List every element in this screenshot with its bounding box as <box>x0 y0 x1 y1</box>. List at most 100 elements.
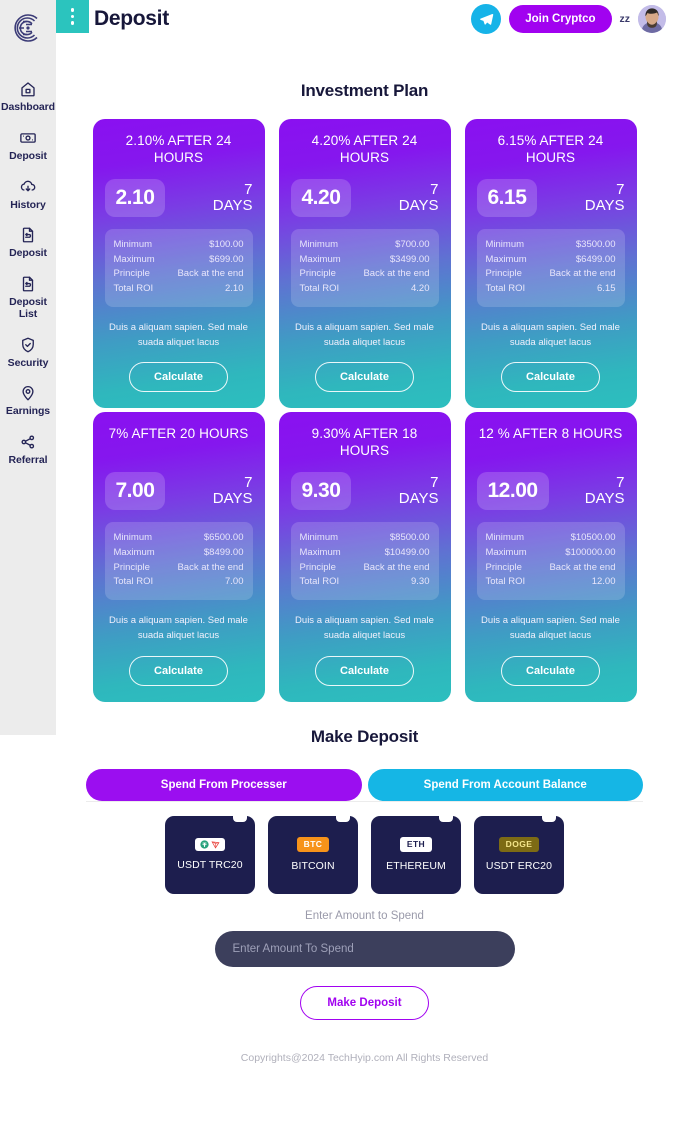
spec-label: Minimum <box>113 239 153 250</box>
make-deposit-button[interactable]: Make Deposit <box>300 985 429 1020</box>
plan-duration: 7 DAYS <box>585 180 625 214</box>
plan-card: 9.30% AFTER 18 HOURS 9.30 7 DAYS Minimum… <box>278 412 451 702</box>
spec-label: Principle <box>299 268 336 280</box>
spec-maximum: Maximum $100000.00 <box>486 546 616 561</box>
investment-plan-title: Investment Plan <box>300 81 429 100</box>
plan-note: Duis a aliquam sapien. Sed male suada al… <box>477 614 625 643</box>
spec-label: Total ROI <box>113 283 154 295</box>
spec-total-roi: Total ROI 6.15 <box>486 282 616 297</box>
plan-heading: 9.30% AFTER 18 HOURS <box>311 426 418 459</box>
spec-label: Principle <box>485 268 522 280</box>
sidebar-item-referral[interactable]: Referral <box>0 425 56 474</box>
sidebar-item-history[interactable]: History <box>0 170 56 219</box>
avatar[interactable] <box>638 5 666 33</box>
sidebar-item-deposit[interactable]: Deposit <box>0 121 56 170</box>
sidebar-item-security[interactable]: Security <box>0 328 56 377</box>
calculate-button[interactable]: Calculate <box>129 362 228 393</box>
header-actions: Join Cryptco zz <box>471 4 666 34</box>
main-content: Investment Plan 2.10% AFTER 24 HOURS 2.1… <box>56 56 673 1072</box>
spec-value: $10500.00 <box>570 532 616 544</box>
spec-value: Back at the end <box>549 268 616 280</box>
crypto-c-logo-icon <box>10 10 46 46</box>
plan-duration: 7 DAYS <box>584 474 625 508</box>
plan-duration: 7 DAYS <box>212 181 253 214</box>
sidebar-item-label: Dashboard <box>1 101 55 113</box>
join-cryptco-button[interactable]: Join Cryptco <box>509 5 612 33</box>
plan-rate-row: 9.30 7 DAYS <box>290 472 439 511</box>
spec-value: 9.30 <box>411 576 430 588</box>
spec-label: Principle <box>113 561 150 573</box>
plan-duration: 7 DAYS <box>399 474 439 507</box>
plan-specs: Minimum $8500.00 Maximum $10499.00 Princip… <box>290 522 439 601</box>
sidebar-item-deposit-2[interactable]: Deposit <box>0 218 56 267</box>
spec-value: $8499.00 <box>203 547 244 559</box>
spec-value: $700.00 <box>395 239 430 250</box>
plan-specs: Minimum $100.00 Maximum $699.00 Principle B… <box>104 229 253 307</box>
telegram-icon[interactable] <box>471 4 502 34</box>
app-logo[interactable] <box>0 0 56 56</box>
spec-total-roi: Total ROI 7.00 <box>114 575 244 590</box>
app-root: Dashboard Deposit History Deposit Deposi… <box>0 0 673 1129</box>
calculate-button[interactable]: Calculate <box>315 655 414 686</box>
file-return-icon <box>19 225 37 245</box>
spec-value: 7.00 <box>225 576 244 588</box>
tab-spend-from-account-balance[interactable]: Spend From Account Balance <box>367 768 643 801</box>
plan-rate-row: 2.10 7 DAYS <box>104 179 253 217</box>
amount-input[interactable] <box>214 930 515 967</box>
deposit-source-tabs: Spend From Processer Spend From Account … <box>56 768 673 801</box>
plan-note-line: suada aliquet lacus <box>137 629 220 641</box>
spec-maximum: Maximum $10499.00 <box>300 546 430 561</box>
share-nodes-icon <box>19 432 37 452</box>
plan-days-number: 7 <box>430 474 439 492</box>
spec-label: Maximum <box>113 253 155 265</box>
spec-label: Minimum <box>485 532 525 544</box>
spec-value: 6.15 <box>597 283 616 295</box>
payment-method-usdt-trc20[interactable]: USDT TRC20 <box>165 814 255 894</box>
cloud-download-icon <box>19 177 37 197</box>
menu-dot <box>70 8 75 12</box>
spec-label: Total ROI <box>299 576 340 588</box>
sidebar-item-label: Deposit <box>9 149 47 162</box>
plan-days-number: 7 <box>616 180 625 198</box>
payment-method-label: BITCOIN <box>291 859 335 872</box>
plan-days-unit: DAYS <box>584 490 625 508</box>
spec-label: Maximum <box>299 253 341 265</box>
payment-method-label: USDT TRC20 <box>177 859 243 872</box>
tab-spend-from-processer[interactable]: Spend From Processer <box>86 768 362 801</box>
sidebar-item-earnings[interactable]: Earnings <box>0 376 56 425</box>
plan-note-line: suada aliquet lacus <box>323 629 406 641</box>
spec-label: Maximum <box>485 253 527 265</box>
sidebar-item-dashboard[interactable]: Dashboard <box>0 72 56 121</box>
calculate-button[interactable]: Calculate <box>501 362 600 393</box>
plan-note-line: suada aliquet lacus <box>323 336 406 348</box>
plan-note: Duis a aliquam sapien. Sed male suada al… <box>105 614 253 643</box>
kebab-menu-icon[interactable] <box>56 0 89 33</box>
calculate-button[interactable]: Calculate <box>129 655 228 686</box>
plan-note: Duis a aliquam sapien. Sed male suada al… <box>291 321 439 350</box>
file-return-icon <box>19 274 37 294</box>
plan-note: Duis a aliquam sapien. Sed male suada al… <box>105 321 253 350</box>
spec-value: $100000.00 <box>565 547 616 559</box>
sidebar-item-deposit-list[interactable]: Deposit List <box>0 267 56 328</box>
plan-rate: 12.00 <box>476 472 549 511</box>
spec-label: Maximum <box>113 547 155 559</box>
spec-value: $6500.00 <box>203 532 244 544</box>
calculate-button[interactable]: Calculate <box>501 655 600 686</box>
spec-principle: Principle Back at the end <box>114 267 244 282</box>
plan-heading: 12 % AFTER 8 HOURS <box>478 426 623 442</box>
payment-method-ethereum[interactable]: ETH ETHEREUM <box>371 814 461 894</box>
ethereum-icon: ETH <box>399 837 433 852</box>
plan-days-unit: DAYS <box>212 197 253 214</box>
investment-plan-grid: 2.10% AFTER 24 HOURS 2.10 7 DAYS Minimum… <box>56 119 673 702</box>
calculate-button[interactable]: Calculate <box>315 362 414 393</box>
spec-value: $3500.00 <box>575 239 616 250</box>
payment-method-usdt-erc20[interactable]: DOGE USDT ERC20 <box>474 814 564 894</box>
spec-label: Minimum <box>299 239 339 250</box>
payment-method-bitcoin[interactable]: BTC BITCOIN <box>268 814 358 894</box>
home-icon <box>19 79 37 99</box>
spec-label: Maximum <box>299 547 341 559</box>
top-header: Deposit Join Cryptco zz <box>56 0 673 56</box>
spec-value: $699.00 <box>209 253 244 265</box>
spec-value: 4.20 <box>411 283 430 295</box>
plan-heading: 2.10% AFTER 24 HOURS <box>125 133 232 165</box>
